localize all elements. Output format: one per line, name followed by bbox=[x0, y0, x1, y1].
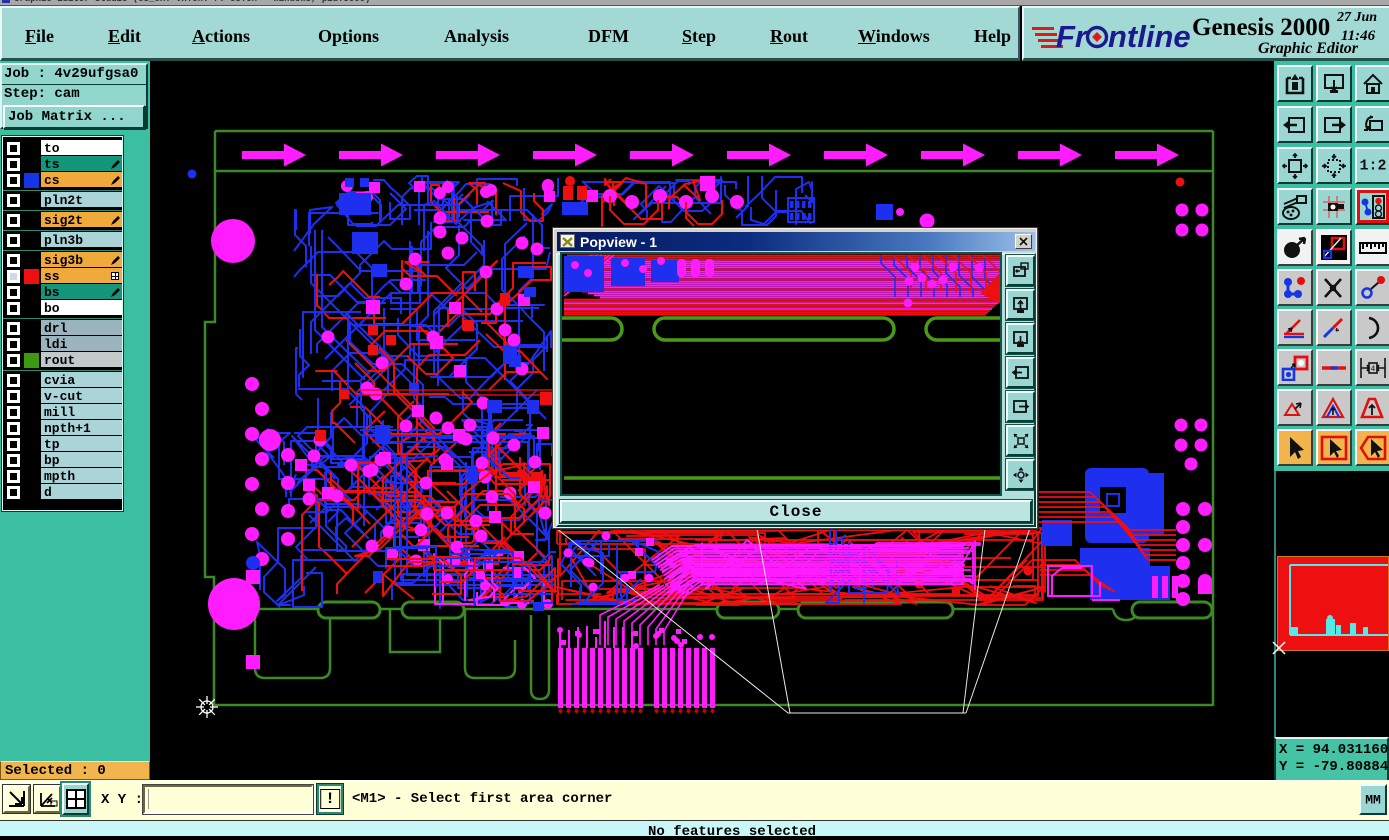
svg-text:ntline: ntline bbox=[1108, 19, 1191, 54]
svg-text:4: 4 bbox=[1371, 365, 1376, 374]
svg-text:Fr: Fr bbox=[1056, 19, 1089, 54]
